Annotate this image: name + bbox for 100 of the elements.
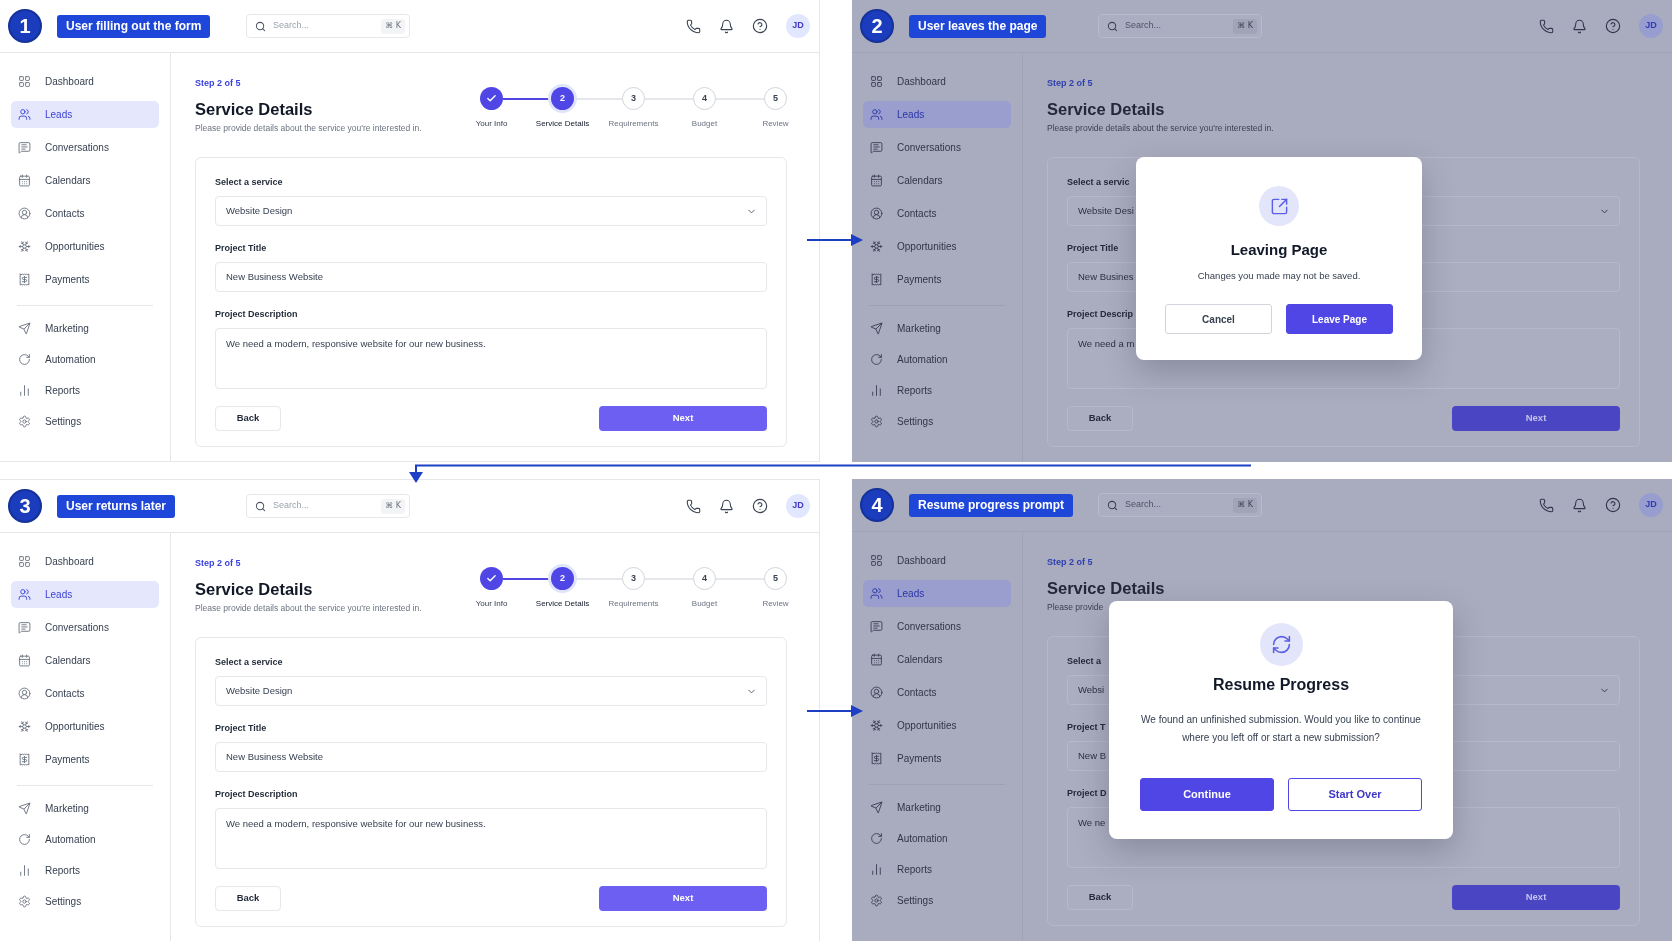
phone-icon[interactable]: [686, 18, 701, 34]
sidebar-item[interactable]: Marketing: [11, 795, 159, 822]
sidebar-item[interactable]: Automation: [11, 346, 159, 373]
sidebar-item[interactable]: Calendars: [11, 167, 159, 194]
shortcut-key: ⌘ K: [381, 498, 405, 514]
search-icon: [255, 500, 266, 512]
user-avatar[interactable]: JD: [786, 494, 810, 518]
select-field[interactable]: Website Design: [215, 196, 767, 226]
sidebar-item[interactable]: Settings: [11, 888, 159, 915]
select-field[interactable]: Website Design: [215, 676, 767, 706]
sidebar-item[interactable]: Opportunities: [11, 713, 159, 740]
search-field[interactable]: Search... ⌘ K: [1098, 493, 1262, 517]
textarea-field[interactable]: We need a modern, responsive website for our new business.: [215, 808, 767, 869]
text-input[interactable]: New Business Website: [215, 262, 767, 292]
user-avatar[interactable]: JD: [1639, 14, 1663, 38]
scenario-label: User returns later: [57, 494, 176, 518]
user-avatar[interactable]: JD: [1639, 493, 1663, 517]
step-label: Budget: [691, 119, 718, 129]
leave-page-button[interactable]: Leave Page: [1286, 304, 1393, 334]
sidebar-item[interactable]: Opportunities: [11, 233, 159, 260]
sidebar-item[interactable]: Dashboard: [863, 547, 1011, 574]
sidebar-item[interactable]: Reports: [863, 377, 1011, 404]
sidebar-item[interactable]: Calendars: [11, 647, 159, 674]
sidebar-item[interactable]: Reports: [863, 856, 1011, 883]
sidebar-item[interactable]: Opportunities: [863, 712, 1011, 739]
sidebar-item[interactable]: Marketing: [11, 315, 159, 342]
sidebar-item[interactable]: Marketing: [863, 315, 1011, 342]
sidebar-item[interactable]: Opportunities: [863, 233, 1011, 260]
sidebar-item[interactable]: Marketing: [863, 794, 1011, 821]
sidebar-item[interactable]: Automation: [863, 346, 1011, 373]
grid-icon: [18, 75, 31, 88]
sidebar-item[interactable]: Contacts: [11, 200, 159, 227]
text-input[interactable]: New Business Website: [215, 742, 767, 772]
sidebar-item[interactable]: Payments: [863, 266, 1011, 293]
search-field[interactable]: Search... ⌘ K: [1098, 14, 1262, 38]
sidebar-item[interactable]: Conversations: [863, 134, 1011, 161]
chat-bubble-icon: [18, 141, 31, 154]
user-avatar[interactable]: JD: [786, 14, 810, 38]
sidebar-item[interactable]: Contacts: [11, 680, 159, 707]
textarea-field[interactable]: We need a modern, responsive website for our new business.: [215, 328, 767, 389]
back-button[interactable]: Back: [1067, 406, 1133, 431]
next-button[interactable]: Next: [1452, 406, 1620, 431]
back-button[interactable]: Back: [215, 406, 281, 431]
bell-icon[interactable]: [1572, 18, 1587, 34]
step-counter: Step 2 of 5: [1047, 556, 1093, 568]
sidebar-item[interactable]: Calendars: [863, 646, 1011, 673]
sidebar-item[interactable]: Contacts: [863, 679, 1011, 706]
help-icon[interactable]: [1605, 497, 1621, 513]
sidebar-item[interactable]: Calendars: [863, 167, 1011, 194]
bar-chart-icon: [18, 384, 31, 397]
sidebar-item[interactable]: Dashboard: [11, 68, 159, 95]
phone-icon[interactable]: [1539, 18, 1554, 34]
sidebar-item[interactable]: Reports: [11, 857, 159, 884]
search-field[interactable]: Search... ⌘ K: [246, 14, 410, 38]
back-button[interactable]: Back: [215, 886, 281, 911]
sidebar-item[interactable]: Leads: [11, 581, 159, 608]
bell-icon[interactable]: [1572, 497, 1587, 513]
help-icon[interactable]: [752, 498, 768, 514]
help-icon[interactable]: [752, 18, 768, 34]
sidebar-item[interactable]: Leads: [863, 101, 1011, 128]
phone-icon[interactable]: [686, 498, 701, 514]
sidebar-item[interactable]: Dashboard: [863, 68, 1011, 95]
next-button[interactable]: Next: [599, 886, 767, 911]
start-over-button[interactable]: Start Over: [1288, 778, 1422, 811]
sidebar-item[interactable]: Leads: [863, 580, 1011, 607]
sidebar-item[interactable]: Reports: [11, 377, 159, 404]
sidebar-item[interactable]: Dashboard: [11, 548, 159, 575]
sidebar-item[interactable]: Leads: [11, 101, 159, 128]
sidebar-item[interactable]: Automation: [11, 826, 159, 853]
sidebar-item[interactable]: Payments: [863, 745, 1011, 772]
calendar-icon: [870, 174, 883, 187]
shortcut-key: ⌘ K: [381, 18, 405, 34]
help-icon[interactable]: [1605, 18, 1621, 34]
phone-icon[interactable]: [1539, 497, 1554, 513]
step-label: Your Info: [475, 119, 508, 129]
continue-button[interactable]: Continue: [1140, 778, 1274, 811]
next-button[interactable]: Next: [599, 406, 767, 431]
sidebar-item[interactable]: Conversations: [11, 614, 159, 641]
sidebar-item[interactable]: Conversations: [11, 134, 159, 161]
sidebar-item[interactable]: Settings: [863, 408, 1011, 435]
bell-icon[interactable]: [719, 498, 734, 514]
cancel-button[interactable]: Cancel: [1165, 304, 1272, 334]
sidebar-item[interactable]: Contacts: [863, 200, 1011, 227]
search-field[interactable]: Search... ⌘ K: [246, 494, 410, 518]
back-button[interactable]: Back: [1067, 885, 1133, 910]
sidebar-item[interactable]: Settings: [863, 887, 1011, 914]
field-label: Select a: [1067, 655, 1102, 667]
scenario-label: User leaves the page: [909, 14, 1047, 38]
next-button[interactable]: Next: [1452, 885, 1620, 910]
sidebar-item[interactable]: Payments: [11, 266, 159, 293]
settings-icon: [870, 415, 883, 428]
receipt-icon: [870, 273, 883, 286]
bell-icon[interactable]: [719, 18, 734, 34]
users-icon: [18, 108, 31, 121]
sidebar-item[interactable]: Automation: [863, 825, 1011, 852]
sidebar-item[interactable]: Conversations: [863, 613, 1011, 640]
sidebar-item[interactable]: Payments: [11, 746, 159, 773]
sidebar-item[interactable]: Settings: [11, 408, 159, 435]
field-label: Select a servic: [1067, 176, 1130, 188]
person-circle-icon: [18, 687, 31, 700]
